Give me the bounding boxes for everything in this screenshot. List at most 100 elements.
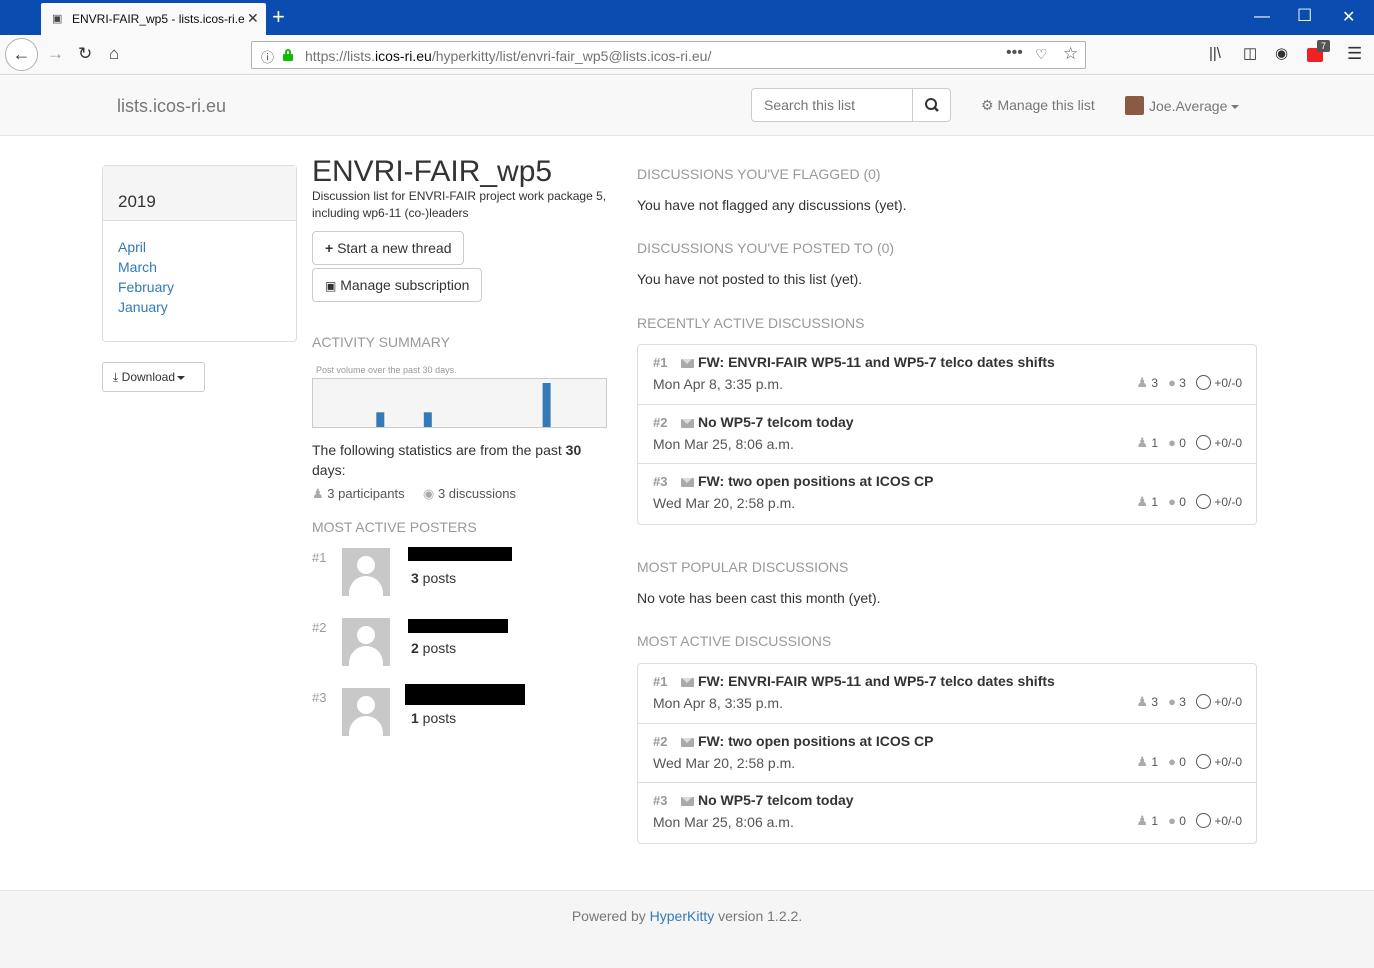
sidebar-icon[interactable]: ◫: [1243, 44, 1257, 62]
vote-count: +0/-0: [1214, 695, 1242, 709]
search-input[interactable]: [751, 88, 913, 122]
user-menu[interactable]: Joe.Average: [1125, 96, 1240, 115]
user-icon: ♟: [1136, 694, 1149, 709]
reload-icon[interactable]: ↻: [78, 44, 92, 64]
account-icon[interactable]: ◉: [1275, 44, 1288, 62]
thread-date: Mon Mar 25, 8:06 a.m.: [653, 814, 794, 830]
chevron-down-icon: [177, 375, 186, 380]
back-button[interactable]: ←: [5, 38, 38, 71]
posted-text: You have not posted to this list (yet).: [637, 271, 863, 287]
list-description: Discussion list for ENVRI-FAIR project w…: [312, 189, 607, 220]
month-link-january[interactable]: January: [118, 297, 281, 317]
flagged-heading: DISCUSSIONS YOU'VE FLAGGED (0): [637, 166, 881, 182]
thread-date: Mon Apr 8, 3:35 p.m.: [653, 695, 783, 711]
plus-icon: +: [325, 240, 334, 256]
activity-chart: [312, 378, 607, 428]
redacted-name: [405, 684, 525, 705]
discussions-stat: ◉ 3 discussions: [423, 486, 517, 501]
thread-date: Wed Mar 20, 2:58 p.m.: [653, 754, 796, 771]
maximize-icon[interactable]: ☐: [1297, 6, 1312, 26]
thread-row[interactable]: #1 FW: ENVRI-FAIR WP5-11 and WP5-7 telco …: [638, 345, 1256, 405]
thread-row[interactable]: #3 FW: two open positions at ICOS CP Wed M…: [638, 464, 1256, 524]
thread-row[interactable]: #2 FW: two open positions at ICOS CP Wed M…: [638, 724, 1256, 783]
addon-badge: 7: [1317, 40, 1330, 52]
minimize-icon[interactable]: —: [1254, 8, 1270, 26]
flagged-text: You have not flagged any discussions (ye…: [637, 197, 907, 213]
thread-stats: ♟ 1 ● 0 +0/-0: [1136, 753, 1242, 770]
vote-count: +0/-0: [1214, 495, 1242, 509]
thread-subject-link[interactable]: FW: two open positions at ICOS CP: [698, 733, 933, 749]
comments-icon: ●: [1168, 813, 1176, 828]
vote-count: +0/-0: [1214, 754, 1242, 769]
popular-text: No vote has been cast this month (yet).: [637, 590, 881, 606]
smiley-icon: [1195, 753, 1211, 769]
chevron-down-icon: [1231, 105, 1240, 110]
thread-rank: #1: [653, 355, 668, 370]
thread-subject-link[interactable]: FW: ENVRI-FAIR WP5-11 and WP5-7 telco da…: [698, 673, 1055, 689]
browser-tab[interactable]: ▣ ENVRI-FAIR_wp5 - lists.icos-ri.e ✕: [41, 3, 266, 35]
user-icon: ♟: [1136, 494, 1149, 509]
thread-row[interactable]: #2 No WP5-7 telcom today Mon Mar 25, 8:06 …: [638, 405, 1256, 464]
browser-titlebar: ▣ ENVRI-FAIR_wp5 - lists.icos-ri.e ✕ + —…: [0, 0, 1374, 35]
poster-rank: #2: [312, 620, 327, 635]
participant-count: 3: [1151, 695, 1159, 709]
poster-rank: #3: [312, 690, 327, 705]
url-text: https://lists.icos-ri.eu/hyperkitty/list…: [305, 48, 712, 64]
popular-discussions-heading: MOST POPULAR DISCUSSIONS: [637, 559, 849, 575]
search-button[interactable]: [912, 88, 951, 122]
menu-icon[interactable]: ☰: [1347, 44, 1362, 64]
avatar: [342, 618, 390, 666]
site-brand[interactable]: lists.icos-ri.eu: [117, 96, 226, 117]
chart-bar: [376, 412, 385, 427]
month-link-february[interactable]: February: [118, 277, 281, 297]
thread-row[interactable]: #3 No WP5-7 telcom today Mon Mar 25, 8:06 …: [638, 783, 1256, 843]
new-thread-button[interactable]: + Start a new thread: [312, 231, 465, 265]
window-close-icon[interactable]: ✕: [1342, 7, 1355, 27]
chart-caption: Post volume over the past 30 days.: [316, 365, 457, 375]
reply-count: 3: [1179, 376, 1186, 390]
download-button[interactable]: ⤓ Download: [102, 362, 205, 392]
chart-bar: [542, 383, 551, 427]
thread-subject-link[interactable]: FW: two open positions at ICOS CP: [698, 473, 933, 489]
reply-count: 0: [1179, 435, 1186, 450]
library-icon[interactable]: ||\: [1209, 45, 1221, 62]
page-actions-icon[interactable]: •••: [1006, 44, 1023, 62]
participant-count: 1: [1151, 754, 1159, 769]
avatar: [342, 688, 390, 736]
info-icon[interactable]: ⓘ: [261, 47, 274, 66]
thread-row[interactable]: #1 FW: ENVRI-FAIR WP5-11 and WP5-7 telco …: [638, 664, 1256, 724]
thread-subject-link[interactable]: FW: ENVRI-FAIR WP5-11 and WP5-7 telco da…: [698, 354, 1055, 370]
thread-stats: ♟ 3 ● 3 +0/-0: [1136, 375, 1242, 391]
site-header: lists.icos-ri.eu ⚙ Manage this list Joe.…: [0, 76, 1374, 136]
tab-close-icon[interactable]: ✕: [247, 10, 259, 27]
participant-count: 1: [1151, 435, 1159, 450]
smiley-icon: [1195, 434, 1211, 450]
thread-subject-link[interactable]: No WP5-7 telcom today: [698, 414, 854, 430]
forward-icon[interactable]: →: [47, 44, 64, 64]
active-discussions-heading: MOST ACTIVE DISCUSSIONS: [637, 633, 832, 649]
thread-subject-link[interactable]: No WP5-7 telcom today: [698, 792, 854, 808]
active-discussions-list: #1 FW: ENVRI-FAIR WP5-11 and WP5-7 telco …: [637, 663, 1257, 844]
tab-title: ENVRI-FAIR_wp5 - lists.icos-ri.e: [72, 12, 245, 26]
hyperkitty-link[interactable]: HyperKitty: [650, 908, 715, 924]
new-tab-icon[interactable]: +: [272, 4, 285, 30]
manage-list-link[interactable]: ⚙ Manage this list: [981, 97, 1095, 114]
participant-count: 1: [1151, 495, 1159, 509]
home-icon[interactable]: ⌂: [109, 44, 119, 64]
pocket-icon[interactable]: ♡: [1035, 46, 1048, 63]
manage-subscription-button[interactable]: ▣ Manage subscription: [312, 268, 483, 302]
reply-count: 0: [1179, 495, 1186, 509]
redacted-name: [408, 619, 508, 633]
month-link-april[interactable]: April: [118, 237, 281, 257]
inbox-icon: ▣: [325, 279, 337, 293]
thread-date: Mon Apr 8, 3:35 p.m.: [653, 376, 783, 392]
reply-count: 0: [1179, 754, 1186, 769]
url-bar[interactable]: ⓘ https://lists.icos-ri.eu/hyperkitty/li…: [251, 41, 1086, 69]
comments-icon: ●: [1168, 375, 1176, 390]
comments-icon: ●: [1168, 494, 1176, 509]
bookmark-star-icon[interactable]: ☆: [1063, 44, 1078, 64]
month-link-march[interactable]: March: [118, 257, 281, 277]
year-heading: 2019: [103, 166, 296, 221]
vote-count: +0/-0: [1214, 435, 1242, 450]
recent-discussions-heading: RECENTLY ACTIVE DISCUSSIONS: [637, 315, 865, 331]
